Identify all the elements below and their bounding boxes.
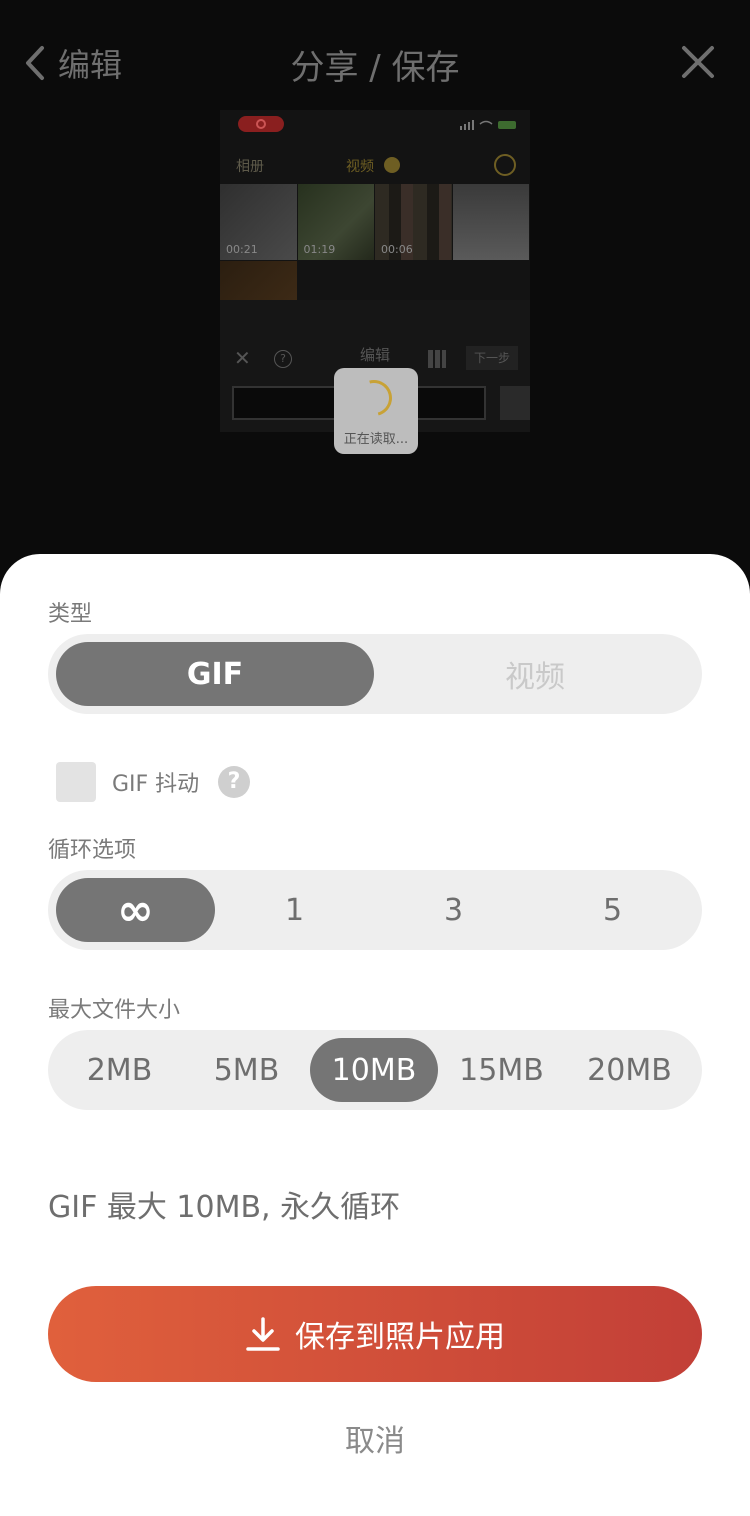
max-size-label: 最大文件大小 <box>48 998 181 1023</box>
preview-add-button <box>500 386 530 420</box>
preview-gear-icon <box>494 154 516 176</box>
loop-option-infinite[interactable]: ∞ <box>56 878 215 942</box>
type-option-video[interactable]: 视频 <box>376 642 694 706</box>
type-option-gif[interactable]: GIF <box>56 642 374 706</box>
recording-indicator <box>238 116 284 132</box>
help-icon[interactable]: ? <box>218 766 250 798</box>
thumbnail: 01:19 <box>297 184 374 260</box>
cancel-button[interactable]: 取消 <box>0 1416 750 1460</box>
type-label: 类型 <box>48 602 93 627</box>
preview-nav: 相册 视频 <box>220 150 530 184</box>
thumbnail-duration: 00:21 <box>226 243 258 256</box>
gif-jitter-label: GIF 抖动 <box>112 772 200 797</box>
close-icon[interactable] <box>680 44 716 80</box>
preview-title: 视频 <box>346 159 374 175</box>
loop-option-5[interactable]: 5 <box>533 878 692 942</box>
loop-option-1[interactable]: 1 <box>215 878 374 942</box>
loop-option-3[interactable]: 3 <box>374 878 533 942</box>
save-button-label: 保存到照片应用 <box>295 1320 505 1355</box>
gif-jitter-checkbox[interactable] <box>56 762 96 802</box>
thumbnail: 00:21 <box>220 184 297 260</box>
preview-help-icon: ? <box>274 350 292 368</box>
download-icon <box>246 1317 280 1351</box>
size-segmented-control: 2MB 5MB 10MB 15MB 20MB <box>48 1030 702 1110</box>
size-option-2mb[interactable]: 2MB <box>56 1038 183 1102</box>
thumbnail-duration: 00:06 <box>381 243 413 256</box>
share-sheet: 类型 GIF 视频 GIF 抖动 ? 循环选项 ∞ 1 3 5 最大文件大小 2… <box>0 554 750 1516</box>
type-segmented-control: GIF 视频 <box>48 634 702 714</box>
thumbnail: 00:06 <box>375 184 452 260</box>
size-option-15mb[interactable]: 15MB <box>438 1038 565 1102</box>
page-title: 分享 / 保存 <box>290 48 460 88</box>
preview-grid-icon <box>428 350 446 368</box>
thumbnail <box>452 184 529 260</box>
preview-emoji-icon <box>384 157 400 173</box>
loop-segmented-control: ∞ 1 3 5 <box>48 870 702 950</box>
preview-thumbnails: 00:21 01:19 00:06 <box>220 184 530 260</box>
status-icons <box>460 120 516 130</box>
thumbnail <box>220 261 297 301</box>
size-option-5mb[interactable]: 5MB <box>183 1038 310 1102</box>
preview-close-icon: ✕ <box>234 346 251 370</box>
preview-back-label: 相册 <box>236 159 264 175</box>
save-to-photos-button[interactable]: 保存到照片应用 <box>48 1286 702 1382</box>
export-summary: GIF 最大 10MB, 永久循环 <box>48 1190 401 1225</box>
loading-text: 正在读取... <box>343 432 409 447</box>
size-option-20mb[interactable]: 20MB <box>565 1038 694 1102</box>
size-option-10mb[interactable]: 10MB <box>310 1038 438 1102</box>
loop-label: 循环选项 <box>48 838 137 863</box>
loading-toast: 正在读取... <box>334 368 418 454</box>
preview-next-button: 下一步 <box>466 346 518 370</box>
preview-toolbar-title: 编辑 <box>360 346 391 364</box>
spinner-icon <box>349 373 399 423</box>
thumbnail-duration: 01:19 <box>303 243 336 256</box>
